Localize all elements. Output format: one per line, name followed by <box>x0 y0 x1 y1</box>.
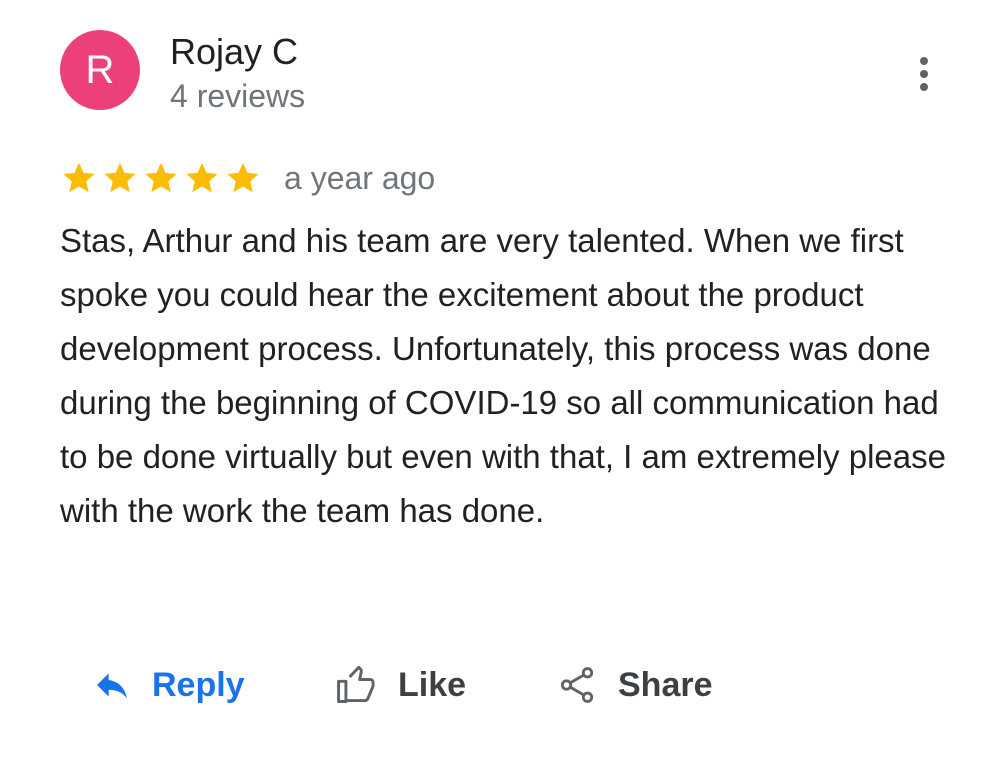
author-name[interactable]: Rojay C <box>170 30 298 74</box>
share-icon <box>556 664 598 706</box>
thumb-up-icon <box>334 663 378 707</box>
star-rating <box>60 159 262 197</box>
review-actions: Reply Like Share <box>0 655 1002 715</box>
like-button[interactable]: Like <box>334 655 466 715</box>
star-icon <box>104 162 136 193</box>
avatar[interactable]: R <box>60 30 140 110</box>
share-button[interactable]: Share <box>556 655 713 715</box>
more-vert-icon <box>920 57 928 65</box>
review-text: Stas, Arthur and his team are very talen… <box>60 222 946 529</box>
review-card: R Rojay C 4 reviews a year ago Stas, Art… <box>0 0 1002 761</box>
author-review-count: 4 reviews <box>170 78 306 114</box>
more-options-button[interactable] <box>904 52 944 96</box>
star-icon <box>227 162 259 193</box>
like-label: Like <box>398 665 467 704</box>
more-vert-icon-dot <box>920 83 928 91</box>
star-icon <box>63 162 95 193</box>
review-date: a year ago <box>284 159 436 196</box>
reply-button[interactable]: Reply <box>92 655 245 715</box>
reply-label: Reply <box>152 665 245 704</box>
reply-icon <box>92 665 132 705</box>
more-vert-icon-dot <box>920 70 928 78</box>
star-icon <box>145 162 177 193</box>
star-icon <box>186 162 218 193</box>
share-label: Share <box>618 665 713 704</box>
rating-row: a year ago <box>60 155 435 201</box>
